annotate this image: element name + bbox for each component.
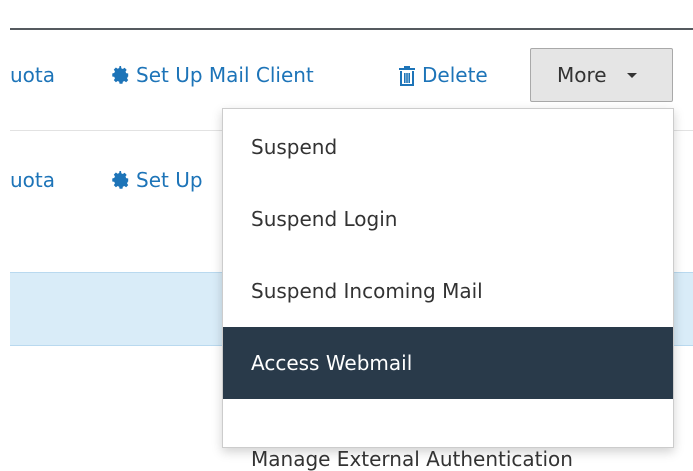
menu-item-label: Suspend Incoming Mail [251, 279, 483, 303]
caret-down-icon [626, 72, 637, 78]
quota-link[interactable]: uota [10, 168, 55, 192]
menu-item-suspend-incoming-mail[interactable]: Suspend Incoming Mail [223, 255, 673, 327]
setup-mail-client-label: Set Up [136, 168, 203, 192]
menu-item-suspend[interactable]: Suspend [223, 111, 673, 183]
more-button-label: More [557, 63, 607, 87]
gear-icon [112, 66, 130, 84]
menu-item-label: Manage External Authentication [251, 447, 573, 471]
menu-item-label: Suspend Login [251, 207, 398, 231]
menu-item-label: Suspend [251, 135, 338, 159]
gear-icon [112, 171, 130, 189]
menu-item-access-webmail[interactable]: Access Webmail [223, 327, 673, 399]
delete-link[interactable]: Delete [398, 63, 488, 87]
quota-link-label: uota [10, 63, 56, 87]
more-dropdown-menu: Suspend Suspend Login Suspend Incoming M… [222, 108, 674, 471]
trash-icon [398, 66, 416, 86]
menu-item-suspend-login[interactable]: Suspend Login [223, 183, 673, 255]
delete-label: Delete [422, 63, 488, 87]
more-dropdown-button[interactable]: More [530, 48, 673, 102]
setup-mail-client-link[interactable]: Set Up [112, 168, 203, 192]
menu-item-manage-external-authentication[interactable]: Manage External Authentication [223, 399, 673, 471]
menu-item-label: Access Webmail [251, 351, 413, 375]
quota-link-label: uota [10, 168, 56, 192]
quota-link[interactable]: uota [10, 63, 55, 87]
setup-mail-client-link[interactable]: Set Up Mail Client [112, 63, 314, 87]
setup-mail-client-label: Set Up Mail Client [136, 63, 314, 87]
